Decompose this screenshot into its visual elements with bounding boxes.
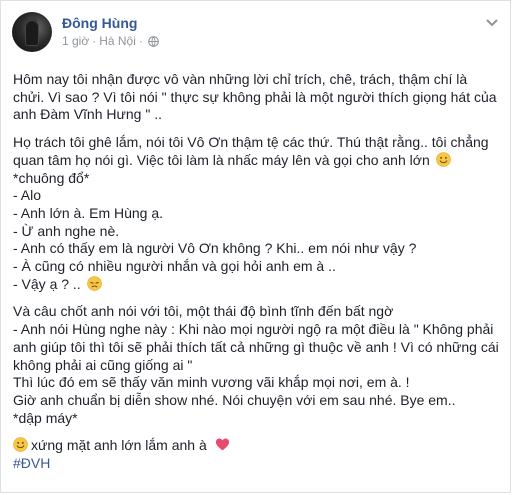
text-line: - Anh nói Hùng nghe này : Khi nào mọi ng… bbox=[13, 321, 494, 338]
text-segment: - Vậy ạ ? .. bbox=[13, 275, 81, 292]
post-body: Hôm nay tôi nhận được vô vàn những lời c… bbox=[13, 71, 499, 477]
text-line: *dập máy* bbox=[13, 409, 78, 426]
heart-emoji-icon bbox=[215, 438, 229, 451]
text-segment: quan tâm họ nói gì. Việc tôi làm là nhấc… bbox=[13, 151, 430, 168]
text-line-with-emoji: quan tâm họ nói gì. Việc tôi làm là nhấc… bbox=[13, 152, 496, 170]
smile-emoji-icon bbox=[13, 437, 28, 453]
text-line: không phải ai cũng giống ai " bbox=[13, 356, 193, 373]
hashtag-link[interactable]: #ĐVH bbox=[13, 455, 496, 473]
closing-paragraph: xứng mặt anh lớn lắm anh à #ĐVH bbox=[13, 437, 496, 472]
post-time[interactable]: 1 giờ bbox=[62, 34, 89, 48]
post-header: Đông Hùng 1 giờ · Hà Nội · bbox=[12, 12, 500, 56]
paragraph-1: Hôm nay tôi nhận được vô vàn những lời c… bbox=[13, 71, 497, 124]
text-line: anh giúp tôi thì tôi sẽ phải thích tất c… bbox=[13, 338, 499, 355]
text-line: Họ trách tôi ghê lắm, nói tôi Vô Ơn thậm… bbox=[13, 134, 489, 151]
text-line: chửi. Vì sao ? Vì tôi nói " thực sự khôn… bbox=[13, 88, 497, 105]
post-location[interactable]: Hà Nội bbox=[99, 34, 136, 48]
text-line: Giờ anh chuẩn bị diễn show nhé. Nói chuy… bbox=[13, 391, 456, 408]
avatar-figure bbox=[25, 20, 39, 46]
paragraph-2: Họ trách tôi ghê lắm, nói tôi Vô Ơn thậm… bbox=[13, 134, 496, 293]
post-meta: 1 giờ · Hà Nội · bbox=[62, 34, 159, 48]
smile-emoji-icon bbox=[435, 152, 451, 167]
text-line: Thì lúc đó em sẽ thấy văn minh vương vãi… bbox=[13, 374, 410, 391]
text-line: *chuông đổ* bbox=[13, 169, 90, 186]
chevron-down-icon[interactable] bbox=[484, 14, 500, 30]
text-line: - Anh lớn à. Em Hùng ạ. bbox=[13, 204, 164, 221]
post-card: Đông Hùng 1 giờ · Hà Nội · Hôm nay tôi n… bbox=[0, 0, 511, 493]
globe-icon[interactable] bbox=[148, 35, 159, 47]
text-line: Hôm nay tôi nhận được vô vàn những lời c… bbox=[13, 71, 468, 87]
text-line-with-emoji: - Vậy ạ ? .. bbox=[13, 276, 496, 294]
closing-line: xứng mặt anh lớn lắm anh à bbox=[13, 437, 496, 455]
text-line: anh Đàm Vĩnh Hưng " .. bbox=[13, 106, 162, 123]
author-avatar[interactable] bbox=[12, 12, 52, 52]
text-line: - Anh có thấy em là người Vô Ơn không ? … bbox=[13, 240, 417, 257]
text-line: - Alo bbox=[13, 187, 42, 204]
text-line: - Ừ anh nghe nè. bbox=[13, 222, 120, 239]
closing-text: xứng mặt anh lớn lắm anh à bbox=[31, 437, 207, 454]
paragraph-3: Và câu chốt anh nói với tôi, một thái độ… bbox=[13, 303, 499, 427]
meta-separator-2: · bbox=[138, 34, 143, 48]
text-line: - À cũng có nhiều người nhắn và gọi hỏi … bbox=[13, 258, 336, 275]
author-name[interactable]: Đông Hùng bbox=[62, 15, 137, 31]
disappointed-emoji-icon bbox=[86, 275, 102, 291]
text-line: Và câu chốt anh nói với tôi, một thái độ… bbox=[13, 303, 394, 320]
meta-separator: · bbox=[92, 34, 97, 48]
